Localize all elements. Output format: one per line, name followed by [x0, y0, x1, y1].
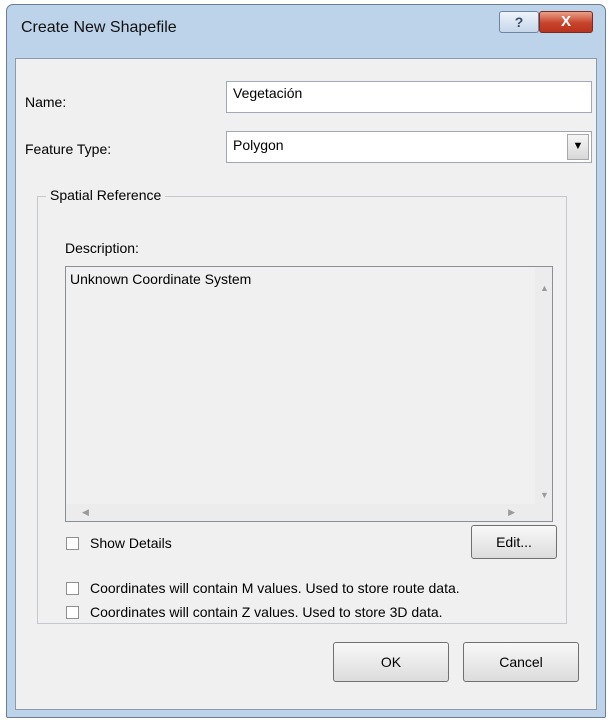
spatial-reference-legend: Spatial Reference [46, 187, 166, 203]
feature-type-label: Feature Type: [25, 141, 112, 157]
feature-type-value: Polygon [233, 137, 284, 153]
name-label: Name: [25, 94, 67, 110]
z-values-checkbox[interactable] [66, 606, 79, 619]
window-title: Create New Shapefile [21, 19, 177, 36]
scroll-right-icon[interactable]: ▶ [508, 507, 515, 518]
show-details-label[interactable]: Show Details [90, 535, 172, 551]
show-details-checkbox[interactable] [66, 537, 79, 550]
dialog-window: Create New Shapefile ? X Name: Vegetació… [6, 4, 606, 718]
description-text: Unknown Coordinate System [70, 271, 252, 287]
chevron-down-icon[interactable]: ▼ [567, 134, 589, 160]
name-input[interactable]: Vegetación [226, 81, 592, 113]
m-values-label[interactable]: Coordinates will contain M values. Used … [90, 580, 460, 596]
name-input-value: Vegetación [233, 85, 303, 101]
help-button[interactable]: ? [499, 11, 539, 33]
scroll-down-icon[interactable]: ▼ [540, 490, 549, 500]
scroll-left-icon[interactable]: ◀ [82, 507, 89, 518]
m-values-checkbox[interactable] [66, 582, 79, 595]
close-icon: X [560, 13, 571, 30]
vertical-scrollbar[interactable]: ▲ ▼ [535, 267, 552, 504]
edit-button[interactable]: Edit... [471, 525, 557, 559]
dialog-body: Name: Vegetación Feature Type: Polygon ▼… [15, 58, 597, 710]
cancel-button[interactable]: Cancel [463, 642, 579, 682]
scroll-corner [535, 504, 552, 521]
help-icon: ? [514, 14, 524, 30]
feature-type-select[interactable]: Polygon ▼ [226, 131, 592, 163]
horizontal-scrollbar[interactable]: ◀ ▶ [66, 504, 535, 521]
title-bar[interactable]: Create New Shapefile ? X [7, 5, 605, 57]
ok-button[interactable]: OK [333, 642, 449, 682]
z-values-label[interactable]: Coordinates will contain Z values. Used … [90, 604, 443, 620]
scroll-up-icon[interactable]: ▲ [540, 283, 549, 293]
description-textarea[interactable]: Unknown Coordinate System ▲ ▼ ◀ ▶ [65, 266, 553, 522]
description-label: Description: [65, 240, 139, 256]
close-button[interactable]: X [539, 11, 593, 33]
